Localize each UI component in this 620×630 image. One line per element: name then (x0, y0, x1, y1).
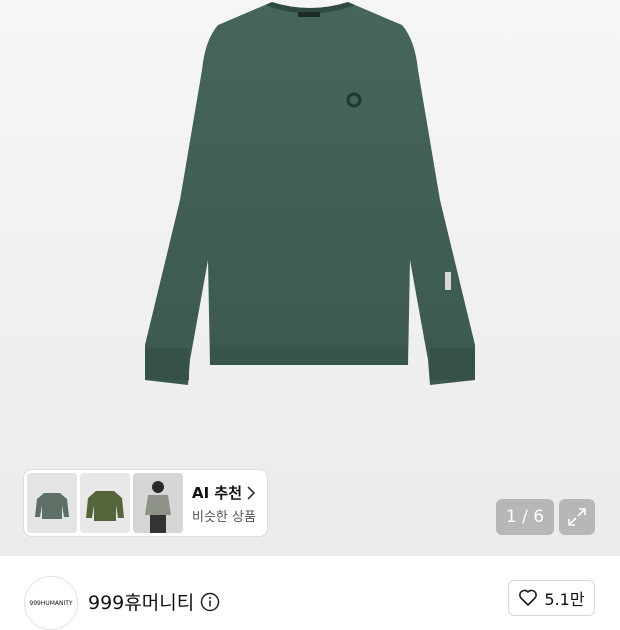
ai-recommendation-title[interactable]: AI 추천 (192, 482, 256, 503)
like-button[interactable]: 5.1만 (508, 580, 595, 616)
expand-icon (568, 508, 586, 526)
brand-name[interactable]: 999휴머니티 (88, 588, 220, 615)
chevron-right-icon (247, 485, 256, 500)
heart-icon (519, 589, 538, 606)
expand-button[interactable] (559, 499, 595, 535)
like-count: 5.1만 (544, 590, 585, 609)
image-counter: 1 / 6 (496, 499, 554, 535)
similar-item-thumb-3[interactable] (133, 473, 183, 533)
ai-recommendation-subtitle: 비슷한 상품 (192, 510, 256, 525)
info-icon[interactable] (200, 592, 220, 612)
ai-recommendation-card[interactable]: AI 추천 비슷한 상품 (24, 470, 267, 536)
similar-item-thumb-1[interactable] (27, 473, 77, 533)
brand-logo[interactable]: 999HUMANITY (24, 576, 78, 630)
product-image (145, 2, 475, 385)
similar-item-thumb-2[interactable] (80, 473, 130, 533)
brand-row: 999HUMANITY 999휴머니티 5.1만 (0, 556, 620, 630)
product-image-gallery[interactable]: AI 추천 비슷한 상품 1 / 6 (0, 0, 620, 556)
